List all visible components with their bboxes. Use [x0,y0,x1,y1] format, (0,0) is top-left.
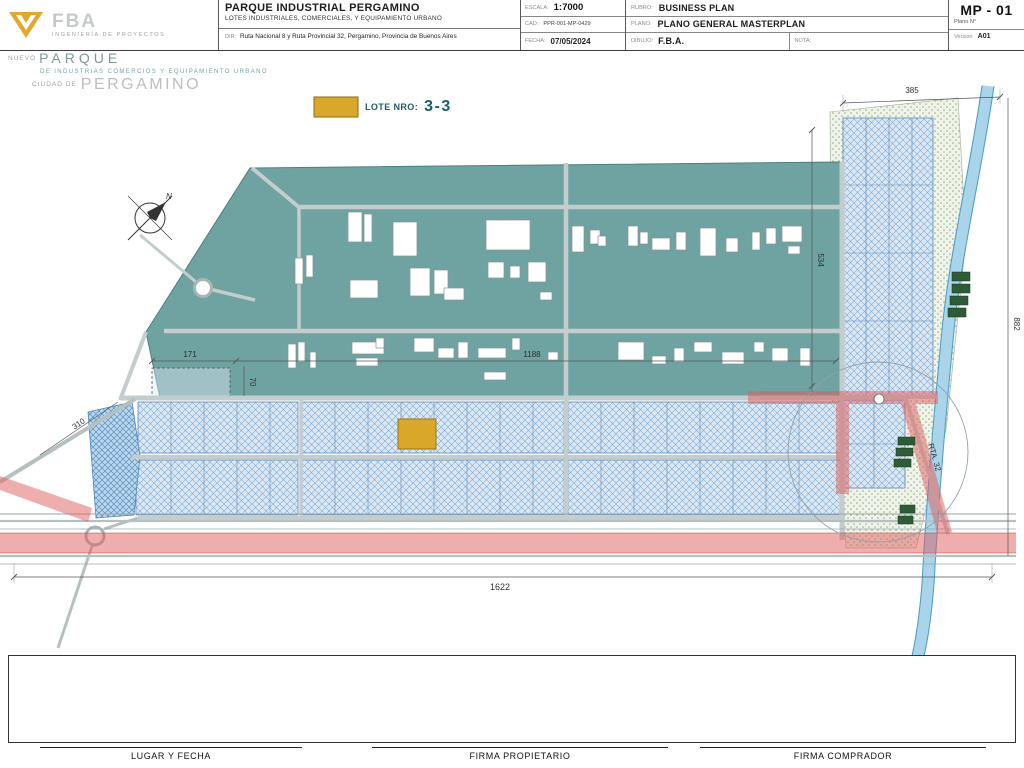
signature-line-propietario: FIRMA PROPIETARIO [372,747,668,761]
dim-1622: 1622 [490,582,510,592]
cad-value: PPR-001-MP-0429 [543,21,590,27]
drawing-sheet: N 385 534 882 171 70 1188 310 1622 RTA. … [0,0,1024,768]
project-title: PARQUE INDUSTRIAL PERGAMINO [225,2,514,14]
escala-label: ESCALA: [525,5,549,11]
notes-box [8,655,1016,743]
dibujo-value: F.B.A. [658,36,684,46]
signature-label: FIRMA PROPIETARIO [469,751,570,761]
project-cell: PARQUE INDUSTRIAL PERGAMINO LOTES INDUST… [218,0,520,50]
rubro-value: BUSINESS PLAN [659,3,735,13]
dim-70: 70 [248,378,257,387]
heading-line2: DE INDUSTRIAS COMERCIOS Y EQUIPAMIENTO U… [40,69,268,76]
version-label: Version [954,34,973,40]
dim-385: 385 [905,86,919,95]
signature-line-lugar-fecha: LUGAR Y FECHA [40,747,302,761]
fecha-value: 07/05/2024 [551,37,591,46]
dim-1188: 1188 [523,350,541,359]
heading-title: PARQUE [39,50,121,66]
fba-logo-icon [8,11,44,39]
legend-label: LOTE NRO: [365,102,418,112]
cad-label: CAD: [525,21,538,27]
road-node-marker [874,394,884,404]
masterplan-drawing: N 385 534 882 171 70 1188 310 1622 RTA. … [0,0,1024,768]
dim-882: 882 [1012,317,1021,331]
city-prefix: CIUDAD DE [32,81,77,88]
rubro-label: RUBRO: [631,5,653,11]
signature-label: FIRMA COMPRADOR [794,751,893,761]
plano-value: PLANO GENERAL MASTERPLAN [658,19,806,29]
lot-legend: LOTE NRO: 3-3 [313,96,452,118]
project-heading: NUEVOPARQUE DE INDUSTRIAS COMERCIOS Y EQ… [6,50,268,94]
meta-cell: ESCALA: 1:7000 CAD: PPR-001-MP-0429 FECH… [520,0,625,50]
svg-text:N: N [166,192,172,201]
signature-line-comprador: FIRMA COMPRADOR [700,747,986,761]
plan-cell: RUBRO: BUSINESS PLAN PLANO: PLANO GENERA… [625,0,948,50]
pond [88,402,140,518]
dim-534: 534 [816,253,825,267]
fecha-label: FECHA: [525,38,546,44]
heading-prefix: NUEVO [8,55,36,62]
dim-171: 171 [183,350,197,359]
legend-lot-number: 3-3 [424,98,452,116]
brand-name: FBA [52,12,165,32]
brand-tagline: INGENIERÍA DE PROYECTOS [52,32,165,38]
title-block: FBA INGENIERÍA DE PROYECTOS PARQUE INDUS… [0,0,1024,51]
dibujo-label: DIBUJO: [631,38,653,44]
lot-swatch-icon [313,96,359,118]
version-value: A01 [978,33,991,40]
dashed-lot [152,368,230,398]
sheet-number-label: Plano N° [949,19,1024,25]
highlighted-lot-3-3[interactable] [398,419,436,449]
dir-value: Ruta Nacional 8 y Ruta Provincial 32, Pe… [240,33,457,40]
plano-label: PLANO: [631,21,652,27]
escala-value: 1:7000 [554,2,584,13]
dir-label: DIR: [225,34,236,40]
signature-label: LUGAR Y FECHA [131,751,211,761]
city-name: PERGAMINO [81,76,201,93]
north-arrow-icon: N [128,192,172,240]
roundabout [195,280,212,297]
logo-cell: FBA INGENIERÍA DE PROYECTOS [0,0,218,50]
project-subtitle: LOTES INDUSTRIALES, COMERCIALES, Y EQUIP… [225,15,514,22]
sheet-code: MP - 01 [949,2,1024,18]
nota-label: NOTA: [795,38,812,44]
sheet-cell: MP - 01 Plano N° Version A01 [948,0,1024,50]
